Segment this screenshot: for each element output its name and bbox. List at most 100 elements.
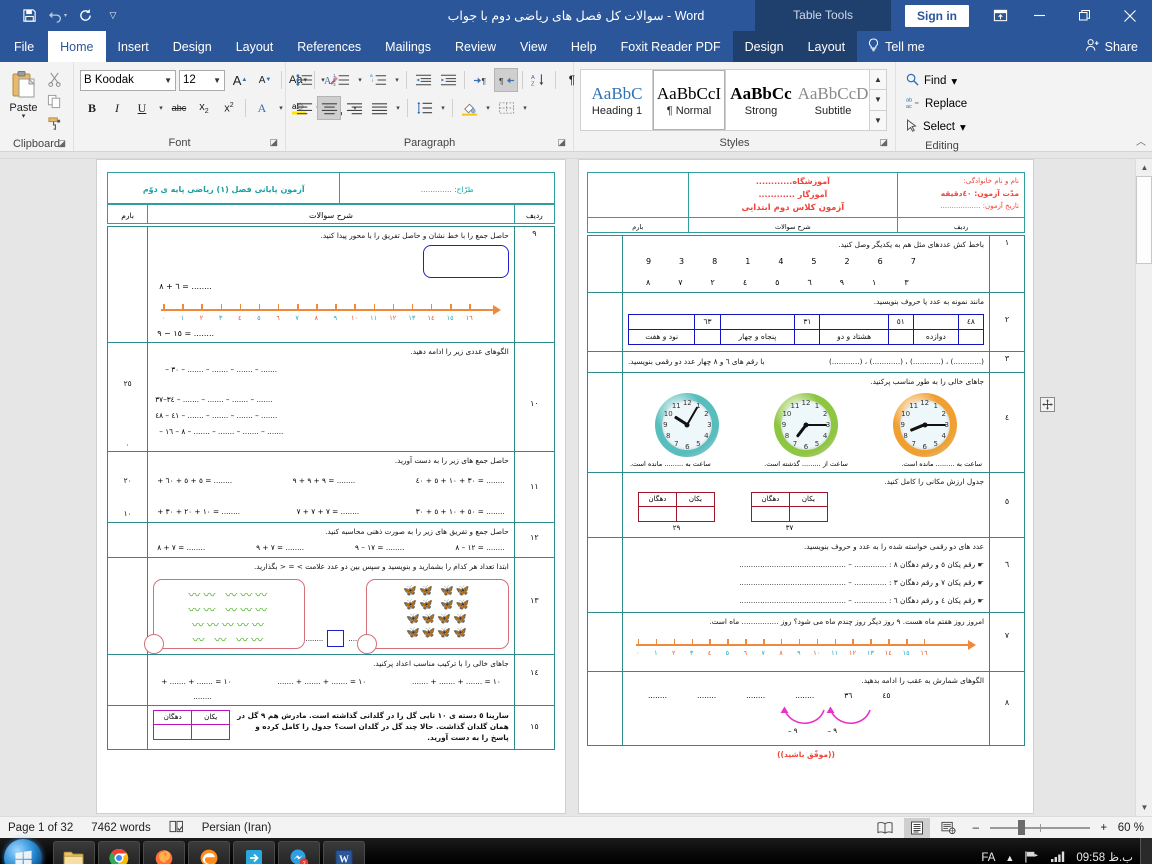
table-row[interactable]: ٢٠ ١٠ حاصل جمع های زیر را به دست آورید. … (106, 451, 556, 523)
show-hidden-icons[interactable]: ▲ (1005, 853, 1014, 863)
table-row[interactable]: عدد های دو رقمی خواسته شده را به عدد و ح… (587, 537, 1025, 613)
tell-me-box[interactable]: Tell me (857, 31, 935, 62)
quick-access-toolbar[interactable]: ▾ ▽ (0, 4, 126, 28)
find-button[interactable]: Find ▾ (902, 70, 961, 92)
minimize-button[interactable] (1017, 0, 1062, 31)
q15-cell-dahgan[interactable] (153, 724, 193, 740)
scroll-down-icon[interactable]: ▼ (1136, 799, 1152, 816)
sign-in-button[interactable]: Sign in (905, 4, 969, 27)
tab-file[interactable]: File (0, 31, 49, 62)
messenger-icon[interactable]: 2 (278, 841, 320, 864)
undo-icon[interactable]: ▾ (44, 4, 70, 28)
document-canvas[interactable]: آزمون پایانی فصل (١) ریاضی پایه ی دوّم ط… (0, 159, 1152, 816)
ribbon-display-options-icon[interactable] (983, 8, 1017, 23)
r2-top-2[interactable] (719, 314, 796, 330)
table-row[interactable]: دهگان یکان سارینا ٥ دسته ی ١٠ تایی گل را… (106, 705, 556, 750)
tab-help[interactable]: Help (559, 31, 609, 62)
tab-design[interactable]: Design (161, 31, 224, 62)
r2-bot-2[interactable]: پنجاه و چهار (719, 329, 796, 345)
q13-right-count-circle[interactable] (357, 634, 378, 654)
underline-icon[interactable]: U (130, 96, 154, 120)
borders-dropdown-icon[interactable]: ▾ (519, 96, 530, 120)
paste-button[interactable]: Paste ▾ (6, 67, 41, 120)
font-size-combobox[interactable]: 12 ▼ (179, 69, 225, 91)
style-heading-1[interactable]: AaBbC Heading 1 (581, 70, 653, 130)
table-row[interactable]: امروز روز هفتم ماه هست. ٩ روز دیگر روز چ… (587, 612, 1025, 672)
table-row[interactable]: مانند نمونه به عدد یا حروف بنویسید. ٦٣ ٣… (587, 292, 1025, 352)
table-row[interactable]: باخط کش عددهای مثل هم به یکدیگر وصل کنید… (587, 235, 1025, 293)
web-layout-view-icon[interactable] (936, 818, 962, 838)
r2-top-4[interactable] (819, 314, 889, 330)
tab-mailings[interactable]: Mailings (373, 31, 443, 62)
vertical-scrollbar[interactable]: ▲ ▼ (1135, 159, 1152, 816)
font-name-combobox[interactable]: B Koodak ▼ (80, 69, 176, 91)
underline-dropdown-icon[interactable]: ▾ (155, 96, 166, 120)
align-center-icon[interactable] (317, 96, 341, 120)
r5-t2-cell-dahgan[interactable] (637, 506, 677, 522)
styles-more-icon[interactable]: ▼ (870, 110, 886, 130)
document-page-right[interactable]: آموزشگاه............ آموزگار ...........… (578, 159, 1034, 814)
r2-bot-3[interactable] (794, 329, 821, 345)
save-icon[interactable] (16, 4, 42, 28)
table-row[interactable]: حاصل جمع و تفریق های زیر را به صورت ذهنی… (106, 522, 556, 558)
tab-table-layout[interactable]: Layout (796, 31, 858, 62)
proofing-errors-icon[interactable] (169, 820, 184, 836)
numbering-dropdown-icon[interactable]: ▾ (354, 68, 365, 92)
scroll-up-icon[interactable]: ▲ (1136, 159, 1152, 176)
clock[interactable]: 09:58 ب.ظ (1076, 852, 1133, 864)
r2-top-6[interactable] (912, 314, 959, 330)
zoom-level[interactable]: 60 % (1118, 822, 1144, 834)
page-indicator[interactable]: Page 1 of 32 (8, 822, 73, 834)
text-effects-icon[interactable]: A (250, 96, 274, 120)
paragraph-dialog-launcher[interactable]: ◪ (557, 134, 566, 150)
select-dropdown-icon[interactable]: ▾ (960, 120, 966, 134)
tab-view[interactable]: View (508, 31, 559, 62)
shading-icon[interactable] (457, 96, 481, 120)
increase-indent-icon[interactable] (436, 68, 460, 92)
scrollbar-thumb[interactable] (1136, 176, 1152, 264)
foxit-reader-icon[interactable] (233, 841, 275, 864)
restore-button[interactable] (1062, 0, 1107, 31)
r2-top-5[interactable]: ٥١ (887, 314, 914, 330)
r2-bot-7[interactable] (957, 329, 985, 345)
q15-place-value-table[interactable]: دهگان یکان (153, 710, 231, 740)
r2-bot-4[interactable]: هشتاد و دو (819, 329, 889, 345)
r2-top-3[interactable]: ٣١ (794, 314, 821, 330)
zoom-in-button[interactable]: + (1096, 818, 1112, 838)
collapse-ribbon-icon[interactable]: ︿ (1136, 133, 1146, 148)
styles-dialog-launcher[interactable]: ◪ (879, 134, 888, 150)
multilevel-list-icon[interactable]: ai (366, 68, 390, 92)
table-row[interactable]: ٢٥ ٠ الگوهای عددی زیر را ادامه دهید. – ٣… (106, 342, 556, 452)
r2-top-1[interactable]: ٦٣ (694, 314, 721, 330)
font-dialog-launcher[interactable]: ◪ (269, 134, 278, 150)
document-page-left[interactable]: آزمون پایانی فصل (١) ریاضی پایه ی دوّم ط… (96, 159, 566, 814)
superscript-icon[interactable]: x2 (217, 96, 241, 120)
r5-t1-cell-yekan[interactable] (788, 506, 828, 522)
zoom-out-button[interactable]: – (968, 818, 984, 838)
r2-bot-6[interactable]: دوازده (912, 329, 959, 345)
language-indicator[interactable]: Persian (Iran) (202, 822, 272, 834)
tab-insert[interactable]: Insert (106, 31, 161, 62)
replace-button[interactable]: ab ac Replace (902, 93, 971, 115)
table-row[interactable]: ابتدا تعداد هر کدام را بشمارید و بنویسید… (106, 557, 556, 655)
styles-gallery[interactable]: AaBbC Heading 1 AaBbCcI ¶ Normal AaBbCc … (580, 69, 887, 131)
network-icon[interactable] (1050, 850, 1066, 864)
q9-answer-box[interactable] (422, 245, 509, 278)
language-bar[interactable]: FA (981, 852, 995, 864)
share-button[interactable]: Share (1071, 31, 1152, 62)
r2-bot-1[interactable] (694, 329, 721, 345)
borders-icon[interactable] (494, 96, 518, 120)
cut-icon[interactable] (43, 69, 65, 90)
sort-icon[interactable]: AZ (527, 68, 551, 92)
align-left-icon[interactable] (292, 96, 316, 120)
styles-scroll-up-icon[interactable]: ▲ (870, 70, 886, 91)
print-layout-view-icon[interactable] (903, 817, 930, 838)
ltr-text-direction-icon[interactable]: ¶ (469, 68, 493, 92)
tab-layout[interactable]: Layout (224, 31, 286, 62)
italic-icon[interactable]: I (105, 96, 129, 120)
flag-icon[interactable] (1024, 850, 1040, 864)
bold-icon[interactable]: B (80, 96, 104, 120)
tab-foxit-reader-pdf[interactable]: Foxit Reader PDF (609, 31, 733, 62)
multilevel-dropdown-icon[interactable]: ▾ (391, 68, 402, 92)
decrease-indent-icon[interactable] (411, 68, 435, 92)
